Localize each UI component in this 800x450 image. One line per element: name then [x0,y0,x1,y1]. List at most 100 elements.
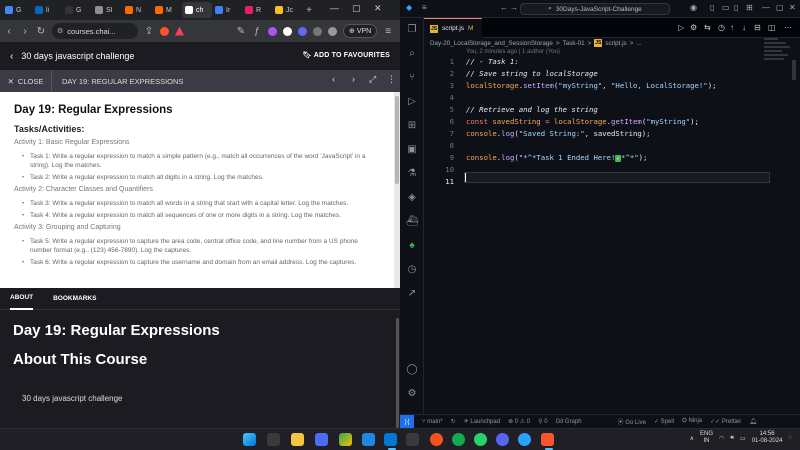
pen-icon[interactable]: ✎ [236,26,246,37]
sync-icon[interactable]: ↻ [451,418,456,425]
brave-rewards-icon[interactable] [175,26,184,36]
wifi-icon[interactable]: ◠ [719,435,724,442]
spell-item[interactable]: ✓ Spell [654,418,674,425]
more-options-icon[interactable]: ⋮ [387,74,396,85]
menu-icon[interactable]: ≡ [383,26,393,37]
vs-maximize-icon[interactable]: ▢ [776,3,784,12]
search-view-icon[interactable]: ⌕ [406,48,418,60]
compare-icon[interactable]: ⇆ [704,23,711,32]
terminal-icon[interactable] [406,433,419,446]
live-share-icon[interactable]: ↗ [406,288,418,300]
breadcrumb-item[interactable]: Task-01 [563,40,585,47]
browser-tab[interactable]: N [122,2,152,18]
battery-icon[interactable]: ▭ [740,435,746,442]
manage-gear-icon[interactable]: ⚙ [406,388,418,400]
notifications-icon[interactable]: 🔔︎ [749,418,757,425]
whatsapp-icon[interactable] [474,433,487,446]
layout-custom-icon[interactable]: ⊞ [746,3,753,12]
pycharm-icon[interactable] [339,433,352,446]
lower-scrollbar[interactable] [396,318,399,428]
reload-icon[interactable]: ↻ [36,26,46,37]
editor-more-icon[interactable]: ⋯ [784,23,792,32]
branch-indicator[interactable]: ⑂ main* [422,419,443,425]
extensions-icon[interactable]: ⊞ [406,120,418,132]
sidebar-icon[interactable] [328,26,337,36]
close-window-icon[interactable]: ✕ [374,3,382,14]
git-graph-item[interactable]: Git Graph [556,419,582,425]
volume-icon[interactable]: 🔊︎ [730,435,734,442]
vpn-button[interactable]: ⊕ VPN [343,24,378,38]
github-ext-icon[interactable] [283,26,292,36]
editor-scrollbar[interactable] [792,60,796,80]
extension-icon[interactable] [268,26,277,36]
site-info-icon[interactable]: ⚙ [57,27,63,35]
launchpad-item[interactable]: ✈ Launchpad [464,418,500,425]
problems-indicator[interactable]: ⊗ 0 ⚠ 0 [508,418,530,425]
breadcrumb-item[interactable]: ... [636,40,641,47]
accounts-icon[interactable]: ◯ [406,364,418,376]
history-icon[interactable]: ◷ [718,23,725,32]
breadcrumb-item[interactable]: Day-20_LocalStorage_and_SessionStorage [430,40,553,47]
mongodb-icon[interactable]: ♠ [406,240,418,252]
language-indicator[interactable]: ENG IN [700,431,713,445]
brave-shield-icon[interactable] [160,26,169,36]
scrollbar-thumb[interactable] [395,96,399,184]
go-live-item[interactable]: ⦿ Go Live [618,417,646,426]
app-blue-icon[interactable] [362,433,375,446]
next-lesson-icon[interactable]: › [352,74,355,84]
codelens-blame[interactable]: You, 2 minutes ago | 1 author (You) [466,49,560,55]
postman-icon[interactable] [430,433,443,446]
source-control-icon[interactable]: ⑂ [406,72,418,84]
layout-left-icon[interactable]: ▯ [710,3,714,12]
copilot-icon[interactable]: ◉ [690,3,697,12]
formula-icon[interactable]: ƒ [252,26,262,37]
browser-tab[interactable]: Jc [272,2,302,18]
browser-tab[interactable]: Ir [212,2,242,18]
ports-indicator[interactable]: ⚲ 0 [538,418,547,425]
nav-forward-icon[interactable]: → [510,3,518,12]
menu-icon[interactable]: ≡ [422,3,427,12]
vscode-taskbar-icon[interactable] [384,433,397,446]
notification-center-icon[interactable]: ◌ [788,435,792,441]
browser-tab[interactable]: R [242,2,272,18]
back-icon[interactable]: ‹ [4,26,14,37]
brave-taskbar-icon[interactable] [541,433,554,446]
split-editor-icon[interactable]: ◫ [768,23,776,32]
timeline-icon[interactable]: ◷ [406,264,418,276]
minimize-icon[interactable]: — [330,3,339,13]
start-windows-icon[interactable] [243,433,256,446]
browser-tab[interactable]: li [32,2,62,18]
open-changes-icon[interactable]: ⊟ [754,23,761,32]
run-debug-icon[interactable]: ▷ [406,96,418,108]
extension-2-icon[interactable] [298,26,307,36]
command-center-search[interactable]: ⌕ 30Days-JavaScript-Challenge [520,3,670,15]
testing-icon[interactable]: ⚗ [406,168,418,180]
docker-icon[interactable]: ⛴ [406,216,419,228]
browser-tab[interactable]: G [62,2,92,18]
add-to-favourites-button[interactable]: 🔖︎ ADD TO FAVOURITES [303,51,390,59]
vs-close-icon[interactable]: ✕ [789,3,796,12]
vs-minimize-icon[interactable]: — [762,3,770,12]
browser-tab[interactable]: SI [92,2,122,18]
nav-back-icon[interactable]: ← [500,3,508,12]
git-graph-icon[interactable]: ◈ [406,192,418,204]
close-lesson-button[interactable]: ✕ CLOSE [0,70,52,92]
app-icon[interactable] [315,433,328,446]
expand-icon[interactable]: ⤢ [369,74,376,85]
mongodb-compass-icon[interactable] [452,433,465,446]
share-icon[interactable]: ⇪ [144,26,154,37]
minimap[interactable] [764,38,794,78]
discord-icon[interactable] [496,433,509,446]
ninja-item[interactable]: ⛭ Ninja [682,418,702,425]
debug-icon[interactable]: ⚙ [690,23,697,32]
remote-indicator-icon[interactable]: ⟩⟨ [400,414,414,428]
back-course-icon[interactable]: ‹ [10,51,13,62]
layout-right-icon[interactable]: ▯ [734,3,738,12]
tab-about[interactable]: ABOUT [10,288,34,310]
prev-change-icon[interactable]: ↑ [730,23,734,32]
prev-lesson-icon[interactable]: ‹ [332,74,335,84]
tab-script-js[interactable]: JS script.js M [424,18,482,38]
remote-explorer-icon[interactable]: ▣ [406,144,418,156]
run-icon[interactable]: ▷ [678,23,684,32]
edge-icon[interactable] [518,433,531,446]
